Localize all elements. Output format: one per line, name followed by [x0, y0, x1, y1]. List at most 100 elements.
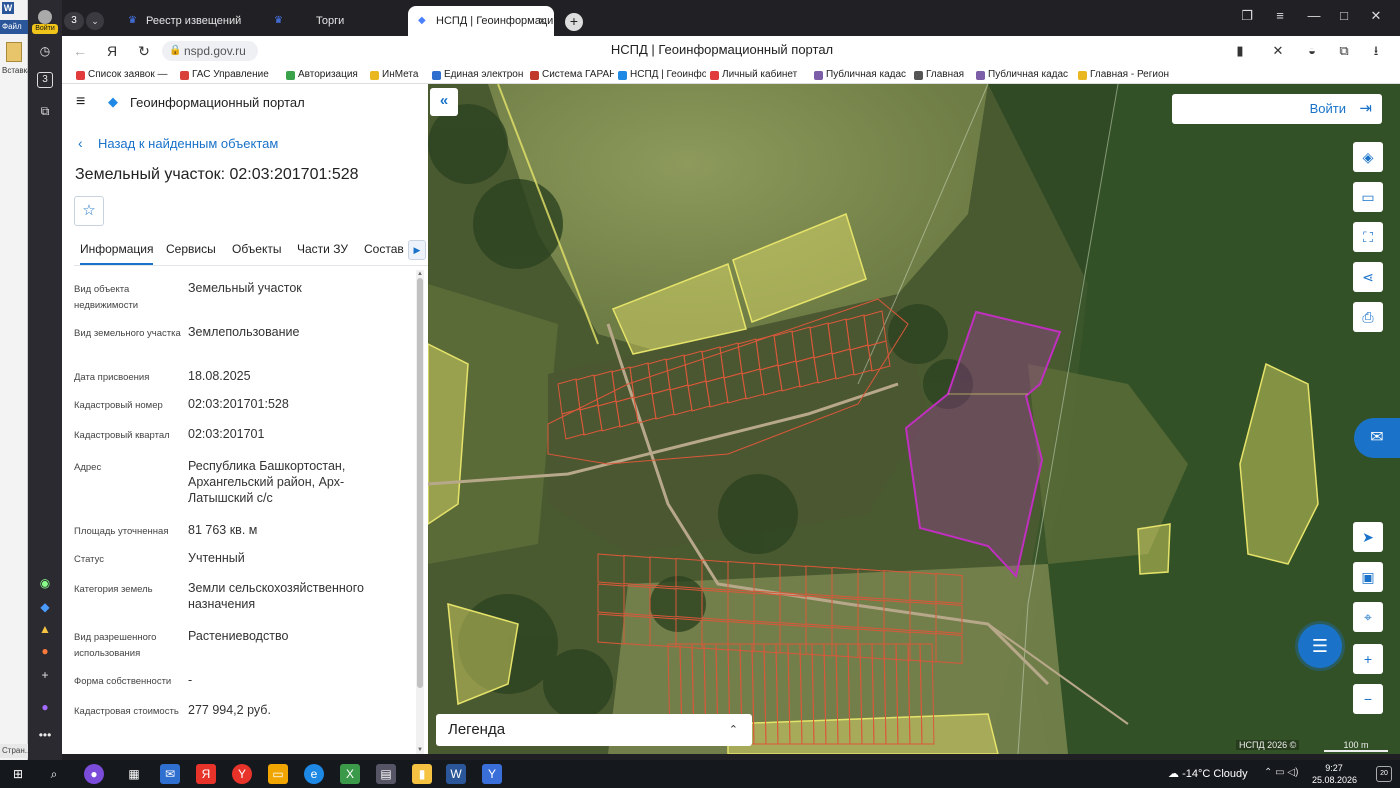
attribute-value[interactable]: Земли сельскохозяйственного назначения	[188, 580, 408, 612]
bookmark-item[interactable]: Публичная кадас	[976, 68, 1074, 82]
word-icon[interactable]: W	[446, 764, 466, 784]
word-file-tab[interactable]: Файл	[0, 20, 28, 34]
geolocation-icon[interactable]: ➤	[1353, 522, 1383, 552]
zoom-out-icon[interactable]: −	[1353, 684, 1383, 714]
bookmark-item[interactable]: Главная - Регион	[1078, 68, 1174, 82]
chevron-down-icon[interactable]: ⌄	[86, 12, 104, 30]
windows-start-icon[interactable]: ⊞	[8, 764, 28, 784]
alice-assistant-icon[interactable]: ●	[34, 696, 56, 718]
protect-icon[interactable]: ◒	[1302, 41, 1322, 61]
history-icon[interactable]: ◷	[34, 40, 56, 62]
system-tray[interactable]: ⌃ ▭ ◁)	[1264, 767, 1298, 778]
tabs-scroll-right-icon[interactable]: ▶	[408, 240, 426, 260]
layers-icon[interactable]: ◈	[1353, 142, 1383, 172]
tab-composition[interactable]: Состав	[364, 242, 404, 256]
attribute-value[interactable]: Землепользование	[188, 324, 408, 340]
rail-login-label[interactable]: Войти	[32, 24, 58, 34]
feedback-widget-icon[interactable]: ✉	[1354, 418, 1400, 458]
chevron-up-icon[interactable]: ⌃	[1264, 767, 1272, 778]
tab-counter-icon[interactable]: 3	[37, 72, 53, 88]
weather-widget[interactable]: ☁ -14°C Cloudy	[1168, 767, 1248, 780]
attribute-value[interactable]: 277 994,2 руб.	[188, 702, 408, 718]
back-icon[interactable]: ←	[70, 41, 90, 61]
search-place-icon[interactable]: ⌖	[1353, 602, 1383, 632]
bookmark-item[interactable]: ГАС Управление	[180, 68, 282, 82]
document-icon[interactable]: ▮	[412, 764, 432, 784]
tab-objects[interactable]: Объекты	[232, 242, 282, 256]
attribute-value[interactable]: -	[188, 672, 408, 688]
bookmark-item[interactable]: НСПД | Геоинфор	[618, 68, 706, 82]
recorder-icon[interactable]: ◉	[34, 572, 56, 594]
bookmark-item[interactable]: Система ГАРАНТ.	[530, 68, 614, 82]
attribute-value[interactable]: Учтенный	[188, 550, 408, 566]
attribute-value[interactable]: 18.08.2025	[188, 368, 408, 384]
tab-services[interactable]: Сервисы	[166, 242, 216, 256]
close-window-icon[interactable]: ✕	[1364, 6, 1388, 26]
zoom-in-icon[interactable]: +	[1353, 644, 1383, 674]
download-icon[interactable]: ⭳	[1366, 41, 1386, 61]
clock[interactable]: 9:27 25.08.2026	[1312, 762, 1357, 786]
store-icon[interactable]: ▦	[124, 764, 144, 784]
chat-icon[interactable]: ☰	[1298, 624, 1342, 668]
menu-icon[interactable]: ≡	[1268, 6, 1292, 26]
extension-icon[interactable]: ✕	[1268, 41, 1288, 61]
collapse-panel-button[interactable]: «	[430, 88, 458, 116]
tab-information[interactable]: Информация	[80, 242, 154, 265]
minimap-icon[interactable]: ▣	[1353, 562, 1383, 592]
yandex-browser-icon[interactable]: Я	[196, 764, 216, 784]
volume-icon[interactable]: ◁)	[1287, 767, 1298, 778]
add-panel-icon[interactable]: +	[34, 664, 56, 686]
attribute-value[interactable]: 02:03:201701	[188, 426, 408, 442]
share-map-icon[interactable]: ⋖	[1353, 262, 1383, 292]
yandex-active-icon[interactable]: Y	[482, 764, 502, 784]
collections-icon[interactable]: ❐	[1235, 6, 1259, 26]
edge-icon[interactable]: e	[304, 764, 324, 784]
attribute-value[interactable]: 02:03:201701:528	[188, 396, 408, 412]
yandex-icon[interactable]: Я	[102, 41, 122, 61]
folder-icon[interactable]: ▭	[268, 764, 288, 784]
new-tab-icon[interactable]: +	[565, 13, 583, 31]
tab-registry[interactable]: ♛ Реестр извещений	[118, 6, 258, 36]
bookmark-item[interactable]: Авторизация	[286, 68, 366, 82]
map-login-button[interactable]: Войти ⇥	[1172, 94, 1382, 124]
scroll-up-icon[interactable]: ▲	[416, 270, 424, 278]
panel-scrollbar[interactable]: ▲ ▼	[416, 270, 424, 754]
back-to-results-link[interactable]: ‹ Назад к найденным объектам	[78, 135, 278, 151]
notifications-icon[interactable]: 20	[1376, 766, 1392, 782]
more-icon[interactable]: •••	[34, 724, 56, 746]
maximize-icon[interactable]: □	[1332, 6, 1356, 26]
print-icon[interactable]: ⎙	[1353, 302, 1383, 332]
legend-dropdown[interactable]: Легенда ⌃	[436, 714, 752, 746]
app-icon[interactable]: ●	[34, 640, 56, 662]
attribute-value[interactable]: 81 763 кв. м	[188, 522, 408, 538]
share-icon[interactable]: ⧉	[1334, 41, 1354, 61]
map-view[interactable]: « Войти ⇥ ◈ ▭ ⛶ ⋖ ⎙ ✉ ➤ ▣ ⌖ ☰ + − Легенд…	[428, 84, 1400, 754]
yandex-app-icon[interactable]: Y	[232, 764, 252, 784]
bookmark-item[interactable]: ИнМета	[370, 68, 428, 82]
attribute-value[interactable]: Республика Башкортостан, Архангельский р…	[188, 458, 408, 506]
bookmark-item[interactable]: Личный кабинет	[710, 68, 810, 82]
bookmark-item[interactable]: Список заявок —	[76, 68, 176, 82]
messenger-icon[interactable]: ◆	[34, 596, 56, 618]
search-icon[interactable]: ⌕	[44, 764, 64, 784]
attribute-value[interactable]: Растениеводство	[188, 628, 408, 644]
url-field[interactable]: 🔒 nspd.gov.ru	[162, 41, 258, 61]
gallery-icon[interactable]: ▲	[34, 618, 56, 640]
reload-icon[interactable]: ↻	[134, 41, 154, 61]
close-tab-icon[interactable]: ×	[538, 6, 546, 36]
alice-icon[interactable]: ●	[84, 764, 104, 784]
tab-count-badge[interactable]: 3	[64, 12, 84, 30]
tab-nspd[interactable]: ◆ НСПД | Геоинформаци ×	[408, 6, 554, 36]
screenshot-icon[interactable]: ⧉	[34, 100, 56, 122]
select-area-icon[interactable]: ⛶	[1353, 222, 1383, 252]
ruler-icon[interactable]: ▭	[1353, 182, 1383, 212]
minimize-icon[interactable]: —	[1302, 6, 1326, 26]
hamburger-menu-icon[interactable]: ≡	[76, 94, 94, 110]
bookmark-item[interactable]: Единая электрон	[432, 68, 526, 82]
favorite-star-button[interactable]: ☆	[74, 196, 104, 226]
paste-icon[interactable]	[6, 42, 22, 62]
scrollbar-thumb[interactable]	[417, 278, 423, 688]
attribute-value[interactable]: Земельный участок	[188, 280, 408, 296]
mail-icon[interactable]: ✉	[160, 764, 180, 784]
bookmark-item[interactable]: Главная	[914, 68, 972, 82]
